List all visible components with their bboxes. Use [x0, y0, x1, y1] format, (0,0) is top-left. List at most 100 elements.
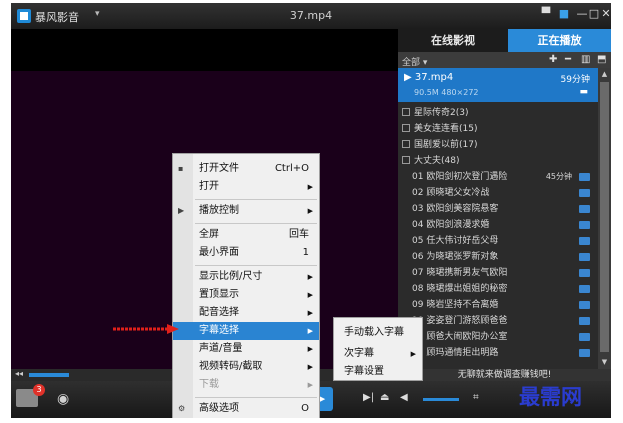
hd-badge-icon: [579, 349, 590, 357]
app-menu-chevron-icon[interactable]: ▾: [95, 9, 100, 19]
menu-item-audio-track[interactable]: 配音选择 ▶: [173, 304, 319, 322]
menu-item-subtitle-settings[interactable]: 字幕设置: [334, 363, 422, 381]
playlist-group[interactable]: 大丈夫(48): [398, 153, 598, 169]
hd-badge-icon: [579, 333, 590, 341]
app-name[interactable]: 暴风影音: [35, 9, 79, 25]
now-playing-item[interactable]: ▶ 37.mp4 59分钟 90.5M 480×272 ▬: [398, 68, 598, 102]
hd-badge-icon: [579, 285, 590, 293]
site-watermark: 最需网: [519, 384, 582, 409]
folder-icon[interactable]: ▬: [579, 87, 588, 97]
submenu-arrow-icon: ▶: [307, 381, 313, 389]
now-playing-name: ▶ 37.mp4: [404, 72, 454, 83]
gear-icon: ⚙: [178, 404, 186, 413]
add-icon[interactable]: ✚: [549, 54, 557, 65]
menu-item-secondary-subtitle[interactable]: 次字幕 ▶: [334, 345, 422, 363]
expand-icon[interactable]: [402, 108, 410, 116]
title-bar: 暴风影音 ▾ 37.mp4 ▀ ■ — □ ✕: [11, 3, 611, 29]
remove-icon[interactable]: ━: [565, 54, 571, 65]
chat-icon[interactable]: ▀: [539, 7, 553, 21]
rewind-icon[interactable]: ◂◂: [15, 369, 23, 378]
hd-badge-icon: [579, 317, 590, 325]
hd-badge-icon: [579, 189, 590, 197]
episode-item[interactable]: 02 顾晓珺父女冷战: [398, 185, 598, 201]
episode-item[interactable]: 01 欧阳剑初次登门遇险 45分钟: [398, 169, 598, 185]
playlist-group[interactable]: 美女连连看(15): [398, 121, 598, 137]
menu-item-mini-mode[interactable]: 最小界面 1: [173, 244, 319, 262]
hd-badge-icon: [579, 221, 590, 229]
playlist-panel: 在线影视 正在播放 全部 ▾ ✚ ━ ▥ ⬒ ▶ 37.mp4 59分钟 90.…: [398, 29, 611, 369]
submenu-arrow-icon: ▶: [307, 327, 313, 335]
open-file-icon: ▪: [178, 164, 184, 173]
episode-item[interactable]: 09 晓岩坚持不合离婚: [398, 297, 598, 313]
menu-item-download[interactable]: 下载 ▶: [173, 376, 319, 394]
now-playing-meta: 90.5M 480×272: [414, 88, 479, 97]
episode-item[interactable]: 08 晓珺爆出姐姐的秘密: [398, 281, 598, 297]
expand-icon[interactable]: [402, 124, 410, 132]
volume-icon[interactable]: ◀: [400, 392, 408, 403]
seek-progress: [29, 373, 69, 377]
menu-item-playback-control[interactable]: ▶ 播放控制 ▶: [173, 202, 319, 220]
next-icon[interactable]: ▶|: [363, 392, 374, 403]
eye-icon[interactable]: ◉: [57, 391, 69, 407]
scrollbar-thumb[interactable]: [600, 82, 609, 352]
skin-icon[interactable]: ■: [557, 7, 571, 21]
episode-item[interactable]: 11 顾爸大闹欧阳办公室: [398, 329, 598, 345]
episode-item[interactable]: 05 任大伟讨好岳父母: [398, 233, 598, 249]
tab-online-video[interactable]: 在线影视: [398, 29, 508, 52]
menu-item-transcode[interactable]: 视频转码/截取 ▶: [173, 358, 319, 376]
expand-icon[interactable]: [402, 140, 410, 148]
playlist-toolbar: 全部 ▾ ✚ ━ ▥ ⬒: [398, 52, 611, 68]
subtitle-submenu: 手动载入字幕 次字幕 ▶ 字幕设置: [333, 317, 423, 381]
submenu-arrow-icon: ▶: [307, 291, 313, 299]
playlist-filter-dropdown[interactable]: 全部 ▾: [402, 55, 427, 68]
red-arrow-annotation: [113, 324, 179, 334]
episode-item[interactable]: 12 顾玛通情拒出明路: [398, 345, 598, 361]
player-window: 暴风影音 ▾ 37.mp4 ▀ ■ — □ ✕ 在线影视 正在播放 全部 ▾ ✚…: [11, 3, 611, 418]
ad-marquee[interactable]: 无聊就来做调查赚钱吧!: [398, 369, 611, 381]
hd-badge-icon: [579, 173, 590, 181]
tab-now-playing[interactable]: 正在播放: [508, 29, 611, 52]
playlist-scrollbar[interactable]: ▲ ▼: [598, 68, 611, 369]
menu-item-open[interactable]: 打开 ▶: [173, 178, 319, 196]
trash-icon[interactable]: ▥: [581, 54, 590, 65]
episode-item[interactable]: 03 欧阳剑美容院悬客: [398, 201, 598, 217]
menu-item-fullscreen[interactable]: 全屏 回车: [173, 226, 319, 244]
settings-icon[interactable]: ⬒: [597, 54, 606, 65]
notification-badge: 3: [33, 384, 45, 396]
submenu-arrow-icon: ▶: [307, 345, 313, 353]
episode-item[interactable]: 04 欧阳剑浪漫求婚: [398, 217, 598, 233]
volume-slider[interactable]: [423, 398, 459, 401]
eject-icon[interactable]: ⏏: [380, 392, 389, 403]
episode-item[interactable]: 06 为晓珺张罗新对象: [398, 249, 598, 265]
submenu-arrow-icon: ▶: [307, 273, 313, 281]
playlist-group[interactable]: 国剧爱以前(17): [398, 137, 598, 153]
episode-item[interactable]: 07 晓珺携新男友气欧阳: [398, 265, 598, 281]
hd-badge-icon: [579, 237, 590, 245]
menu-item-advanced-options[interactable]: ⚙ 高级选项 O: [173, 400, 319, 418]
hd-badge-icon: [579, 205, 590, 213]
menu-item-subtitle[interactable]: 字幕选择 ▶: [173, 322, 319, 340]
menu-item-channel-volume[interactable]: 声道/音量 ▶: [173, 340, 319, 358]
menu-separator: [195, 397, 317, 398]
video-letterbox: [11, 29, 398, 71]
menu-item-aspect-ratio[interactable]: 显示比例/尺寸 ▶: [173, 268, 319, 286]
episode-item[interactable]: 10 姿姿登门游怒顾爸爸: [398, 313, 598, 329]
close-icon[interactable]: ✕: [599, 7, 611, 21]
collapse-icon[interactable]: [402, 156, 410, 164]
hd-badge-icon: [579, 253, 590, 261]
menu-item-load-subtitle[interactable]: 手动载入字幕: [334, 324, 422, 342]
scroll-down-icon[interactable]: ▼: [600, 358, 609, 367]
scroll-up-icon[interactable]: ▲: [600, 70, 609, 79]
menu-separator: [195, 265, 317, 266]
menu-item-always-on-top[interactable]: 置顶显示 ▶: [173, 286, 319, 304]
playlist-group[interactable]: 星际传奇2(3): [398, 105, 598, 121]
fullscreen-icon[interactable]: ⌗: [473, 392, 479, 403]
context-menu: ▪ 打开文件 Ctrl+O 打开 ▶ ▶ 播放控制 ▶ 全屏 回车 最小界面 1 显示比例/尺…: [172, 153, 320, 418]
app-logo-icon[interactable]: [17, 9, 31, 23]
menu-item-open-file[interactable]: ▪ 打开文件 Ctrl+O: [173, 160, 319, 178]
submenu-arrow-icon: ▶: [307, 363, 313, 371]
hd-badge-icon: [579, 269, 590, 277]
submenu-arrow-icon: ▶: [307, 183, 313, 191]
window-title: 37.mp4: [289, 9, 333, 22]
submenu-arrow-icon: ▶: [307, 207, 313, 215]
